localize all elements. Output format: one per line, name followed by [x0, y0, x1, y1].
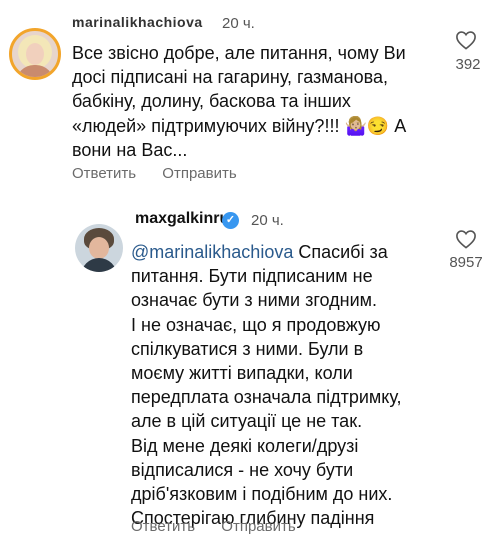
comment-actions: Ответить Отправить: [72, 165, 259, 182]
comment-username[interactable]: marinalikhachiova: [72, 14, 203, 30]
mention-link[interactable]: @marinalikhachiova: [131, 242, 293, 262]
comment-body: Спасибі за питання. Бути підписаним не о…: [131, 242, 402, 529]
like-count: 8957: [449, 254, 483, 271]
reply-button[interactable]: Ответить: [131, 518, 195, 535]
comment-text: Все звісно добре, але питання, чому Ви д…: [72, 43, 407, 160]
comment-time: 20 ч.: [222, 15, 255, 32]
avatar-maxgalkinru[interactable]: [75, 224, 123, 272]
avatar-body: [81, 258, 117, 272]
avatar-face: [26, 43, 44, 65]
heart-outline-icon[interactable]: [455, 30, 477, 50]
like-count: 392: [455, 56, 481, 73]
avatar-face: [89, 237, 109, 259]
heart-outline-icon[interactable]: [455, 229, 477, 249]
avatar-body: [16, 65, 54, 77]
comment-username[interactable]: maxgalkinru: [135, 210, 229, 228]
comment-text: @marinalikhachiova Спасибі за питання. Б…: [131, 240, 431, 530]
comment-time: 20 ч.: [251, 212, 284, 229]
verified-badge-icon: ✓: [222, 212, 239, 229]
send-button[interactable]: Отправить: [221, 518, 295, 535]
comment-actions: Ответить Отправить: [131, 518, 318, 535]
reply-button[interactable]: Ответить: [72, 165, 136, 182]
send-button[interactable]: Отправить: [162, 165, 236, 182]
avatar-marinalikhachiova[interactable]: [9, 28, 61, 80]
